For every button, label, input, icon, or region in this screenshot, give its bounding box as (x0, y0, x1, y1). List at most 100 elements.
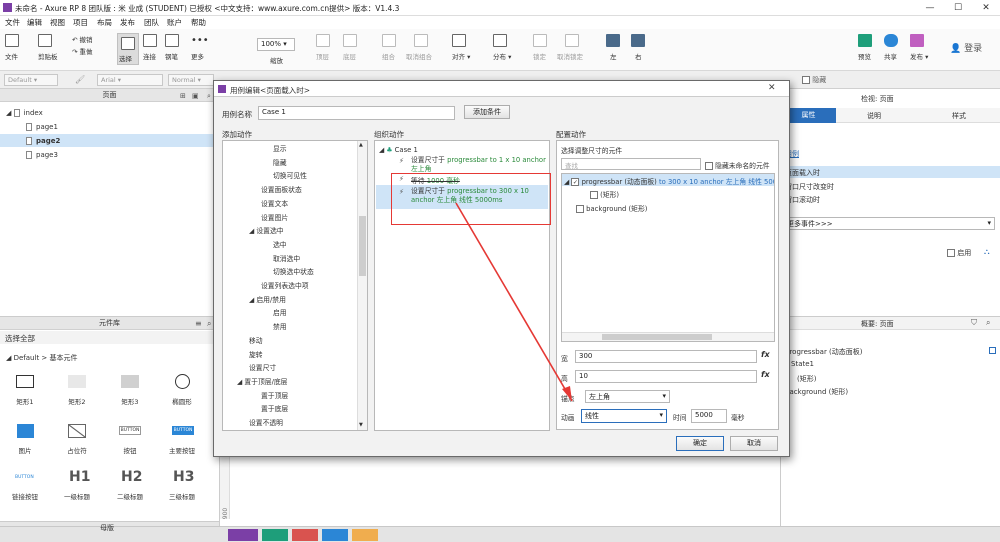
unlock-button[interactable]: 取消锁定 (557, 34, 583, 61)
connect-tool-button[interactable]: 连接 (143, 34, 157, 61)
hide-toggle[interactable]: 隐藏 (802, 75, 826, 85)
filter-icon[interactable]: ⛉ (971, 318, 977, 328)
weight-select[interactable]: Normal ▾ (168, 74, 214, 86)
case-editor-dialog: 用例编辑<页面载入时> ✕ 用例名称 Case 1 添加条件 添加动作 组织动作… (213, 80, 790, 457)
menu-project[interactable]: 项目 (73, 17, 88, 28)
page-tree-page3[interactable]: page3 (26, 151, 58, 159)
style-select[interactable]: Default ▾ (4, 74, 58, 86)
outline-item-state1[interactable]: State1 (791, 360, 814, 368)
maximize-button[interactable]: ☐ (944, 0, 972, 16)
library-search-icon[interactable]: ⌕ (207, 319, 211, 329)
library-category[interactable]: ◢ Default > 基本元件 (6, 353, 78, 363)
title-bar: 未命名 - Axure RP 8 团队版 : 米 业成 (STUDENT) 已授… (0, 0, 1000, 16)
paint-format-icon[interactable]: 🖌 (75, 75, 85, 84)
bottom-taskbar (0, 526, 1000, 542)
menu-account[interactable]: 账户 (167, 17, 182, 28)
menu-team[interactable]: 团队 (144, 17, 159, 28)
tab-notes[interactable]: 说明 (867, 111, 881, 121)
page-tree-page1[interactable]: page1 (26, 123, 58, 131)
axure-app-icon (3, 3, 12, 12)
login-button[interactable]: 👤 登录 (950, 41, 982, 54)
rectangle2-widget[interactable] (68, 375, 86, 388)
left-button[interactable]: 左 (606, 34, 620, 61)
menu-edit[interactable]: 编辑 (27, 17, 42, 28)
taskbar-app-icon[interactable] (292, 529, 318, 541)
redo-icon: ↷ (72, 48, 80, 56)
align-icon (452, 34, 466, 47)
page-tree-page2[interactable]: page2 (26, 137, 60, 145)
publish-button[interactable]: 发布 ▾ (910, 34, 928, 61)
outline-item-rect[interactable]: (矩形) (797, 374, 816, 384)
outline-visibility-icon[interactable] (989, 347, 996, 354)
minimize-button[interactable]: — (916, 0, 944, 16)
left-panel-icon (606, 34, 620, 47)
search-pages-icon[interactable]: ⌕ (207, 92, 211, 101)
ungroup-button[interactable]: 取消组合 (406, 34, 432, 61)
cloud-upload-icon (884, 34, 898, 47)
more-events-select[interactable]: 更多事件>>> ▾ (783, 217, 995, 230)
more-tools-button[interactable]: ••• 更多 (191, 34, 209, 61)
page-icon (26, 137, 32, 145)
primary-button-widget[interactable]: BUTTON (172, 426, 194, 435)
taskbar-axure-icon[interactable] (228, 529, 258, 541)
pages-panel-header: 页面 (0, 89, 219, 102)
font-select[interactable]: Arial ▾ (97, 74, 163, 86)
close-window-button[interactable]: ✕ (972, 0, 1000, 16)
ruler-tick-label: 900 (222, 507, 230, 520)
h1-widget[interactable]: H1 (69, 469, 90, 485)
outline-search-icon[interactable]: ⌕ (986, 318, 990, 328)
undo-button[interactable]: ↶ 撤销 (72, 34, 93, 44)
redo-button[interactable]: ↷ 重做 (72, 46, 93, 56)
menu-layout[interactable]: 布局 (97, 17, 112, 28)
share-button[interactable]: 共享 (884, 34, 898, 61)
tab-style[interactable]: 样式 (952, 111, 966, 121)
page-tree-index[interactable]: ◢ index (6, 109, 43, 117)
library-menu-icon[interactable]: ≡ (195, 319, 202, 328)
image-widget[interactable] (17, 424, 34, 438)
distribute-button[interactable]: 分布 ▾ (493, 34, 511, 61)
event-window-resize[interactable]: 窗口尺寸改变时 (785, 182, 834, 192)
right-panel-icon (631, 34, 645, 47)
main-toolbar: 文件 剪贴板 ↶ 撤销 ↷ 重做 选择 连接 钢笔 ••• 更多 100% ▾ … (0, 29, 1000, 71)
bring-to-top-button[interactable]: 顶层 (316, 34, 330, 61)
enable-checkbox[interactable]: 启用 (947, 248, 971, 258)
rectangle1-widget[interactable] (16, 375, 34, 388)
placeholder-widget[interactable] (68, 424, 86, 438)
file-button[interactable]: 文件 (5, 34, 19, 61)
lock-icon (533, 34, 547, 47)
menu-file[interactable]: 文件 (5, 17, 20, 28)
outline-item-progressbar[interactable]: progressbar (动态面板) (785, 347, 863, 357)
align-button[interactable]: 对齐 ▾ (452, 34, 470, 61)
h3-widget[interactable]: H3 (173, 469, 194, 485)
select-tool-button[interactable]: 选择 (117, 33, 139, 65)
menu-help[interactable]: 帮助 (191, 17, 206, 28)
adaptive-view-icon[interactable]: ⛬ (984, 247, 990, 257)
taskbar-app-icon[interactable] (262, 529, 288, 541)
taskbar-app-icon[interactable] (322, 529, 348, 541)
user-icon: 👤 (950, 44, 965, 54)
group-button[interactable]: 组合 (382, 34, 396, 61)
send-to-bottom-button[interactable]: 底层 (343, 34, 357, 61)
preview-button[interactable]: 预览 (858, 34, 872, 61)
menu-bar: 文件 编辑 视图 项目 布局 发布 团队 账户 帮助 (0, 16, 1000, 29)
clipboard-button[interactable]: 剪贴板 (38, 34, 58, 61)
library-select[interactable]: 选择全部 (0, 331, 219, 344)
menu-publish[interactable]: 发布 (120, 17, 135, 28)
menu-view[interactable]: 视图 (50, 17, 65, 28)
ellipse-widget[interactable] (175, 374, 190, 389)
add-page-icon[interactable]: ⊞ (180, 92, 186, 100)
more-icon: ••• (191, 35, 209, 46)
outline-item-background[interactable]: background (矩形) (785, 387, 848, 397)
h2-widget[interactable]: H2 (121, 469, 142, 485)
link-button-widget[interactable]: BUTTON (15, 475, 34, 480)
page-icon (13, 109, 20, 117)
inspector-panel: 检视: 页面 属性 说明 样式 用例 页面载入时 窗口尺寸改变时 窗口滚动时 更… (780, 89, 1000, 542)
lock-button[interactable]: 锁定 (533, 34, 547, 61)
add-folder-icon[interactable]: ▣ (192, 92, 199, 100)
zoom-select[interactable]: 100% ▾ (257, 38, 295, 51)
right-button[interactable]: 右 (631, 34, 645, 61)
taskbar-app-icon[interactable] (352, 529, 378, 541)
rectangle3-widget[interactable] (121, 375, 139, 388)
button-widget[interactable]: BUTTON (119, 426, 141, 435)
pen-tool-button[interactable]: 钢笔 (165, 34, 179, 61)
